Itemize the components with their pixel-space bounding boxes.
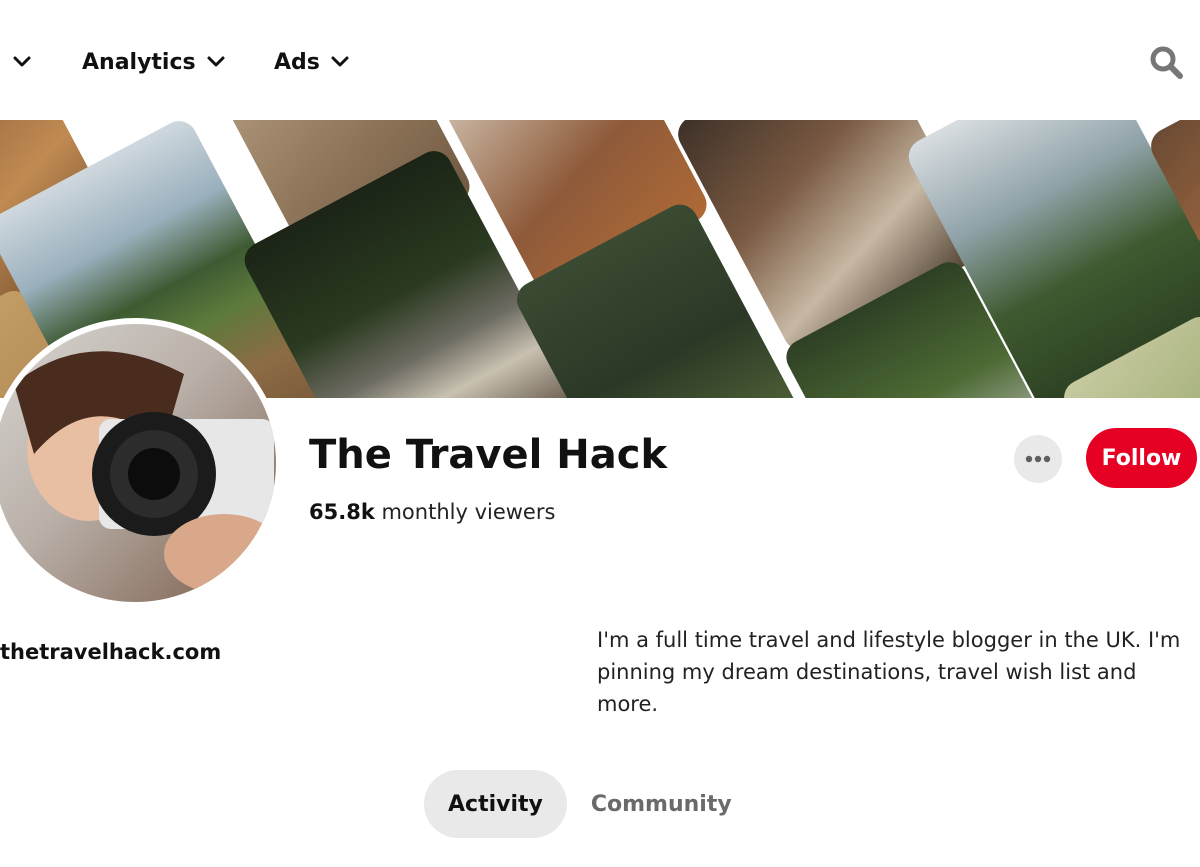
- viewers-label: monthly viewers: [381, 500, 556, 524]
- avatar: [0, 318, 282, 608]
- chevron-down-icon: [13, 56, 31, 67]
- tab-activity[interactable]: Activity: [424, 770, 567, 838]
- follow-button[interactable]: Follow: [1086, 428, 1197, 488]
- website-link[interactable]: thetravelhack.com: [0, 640, 221, 664]
- nav-item-analytics-label: Analytics: [82, 49, 196, 75]
- ellipsis-icon: [1025, 455, 1051, 463]
- avatar-photo: [0, 324, 276, 602]
- top-nav: Analytics Ads: [0, 0, 1200, 120]
- search-icon[interactable]: [1146, 42, 1186, 82]
- profile-tabs: Activity Community: [424, 770, 756, 838]
- chevron-down-icon: [331, 56, 349, 67]
- camera-illustration: [14, 351, 276, 594]
- profile-bio: I'm a full time travel and lifestyle blo…: [597, 628, 1181, 716]
- nav-item-partial[interactable]: [2, 44, 32, 80]
- monthly-viewers: 65.8k monthly viewers: [309, 500, 555, 524]
- more-options-button[interactable]: [1014, 435, 1062, 483]
- viewers-count: 65.8k: [309, 500, 375, 524]
- chevron-down-icon: [207, 56, 225, 67]
- nav-item-ads[interactable]: Ads: [274, 44, 350, 80]
- profile-name: The Travel Hack: [309, 432, 668, 478]
- nav-item-ads-label: Ads: [274, 49, 320, 75]
- tab-community[interactable]: Community: [567, 770, 756, 838]
- nav-item-analytics[interactable]: Analytics: [82, 44, 226, 80]
